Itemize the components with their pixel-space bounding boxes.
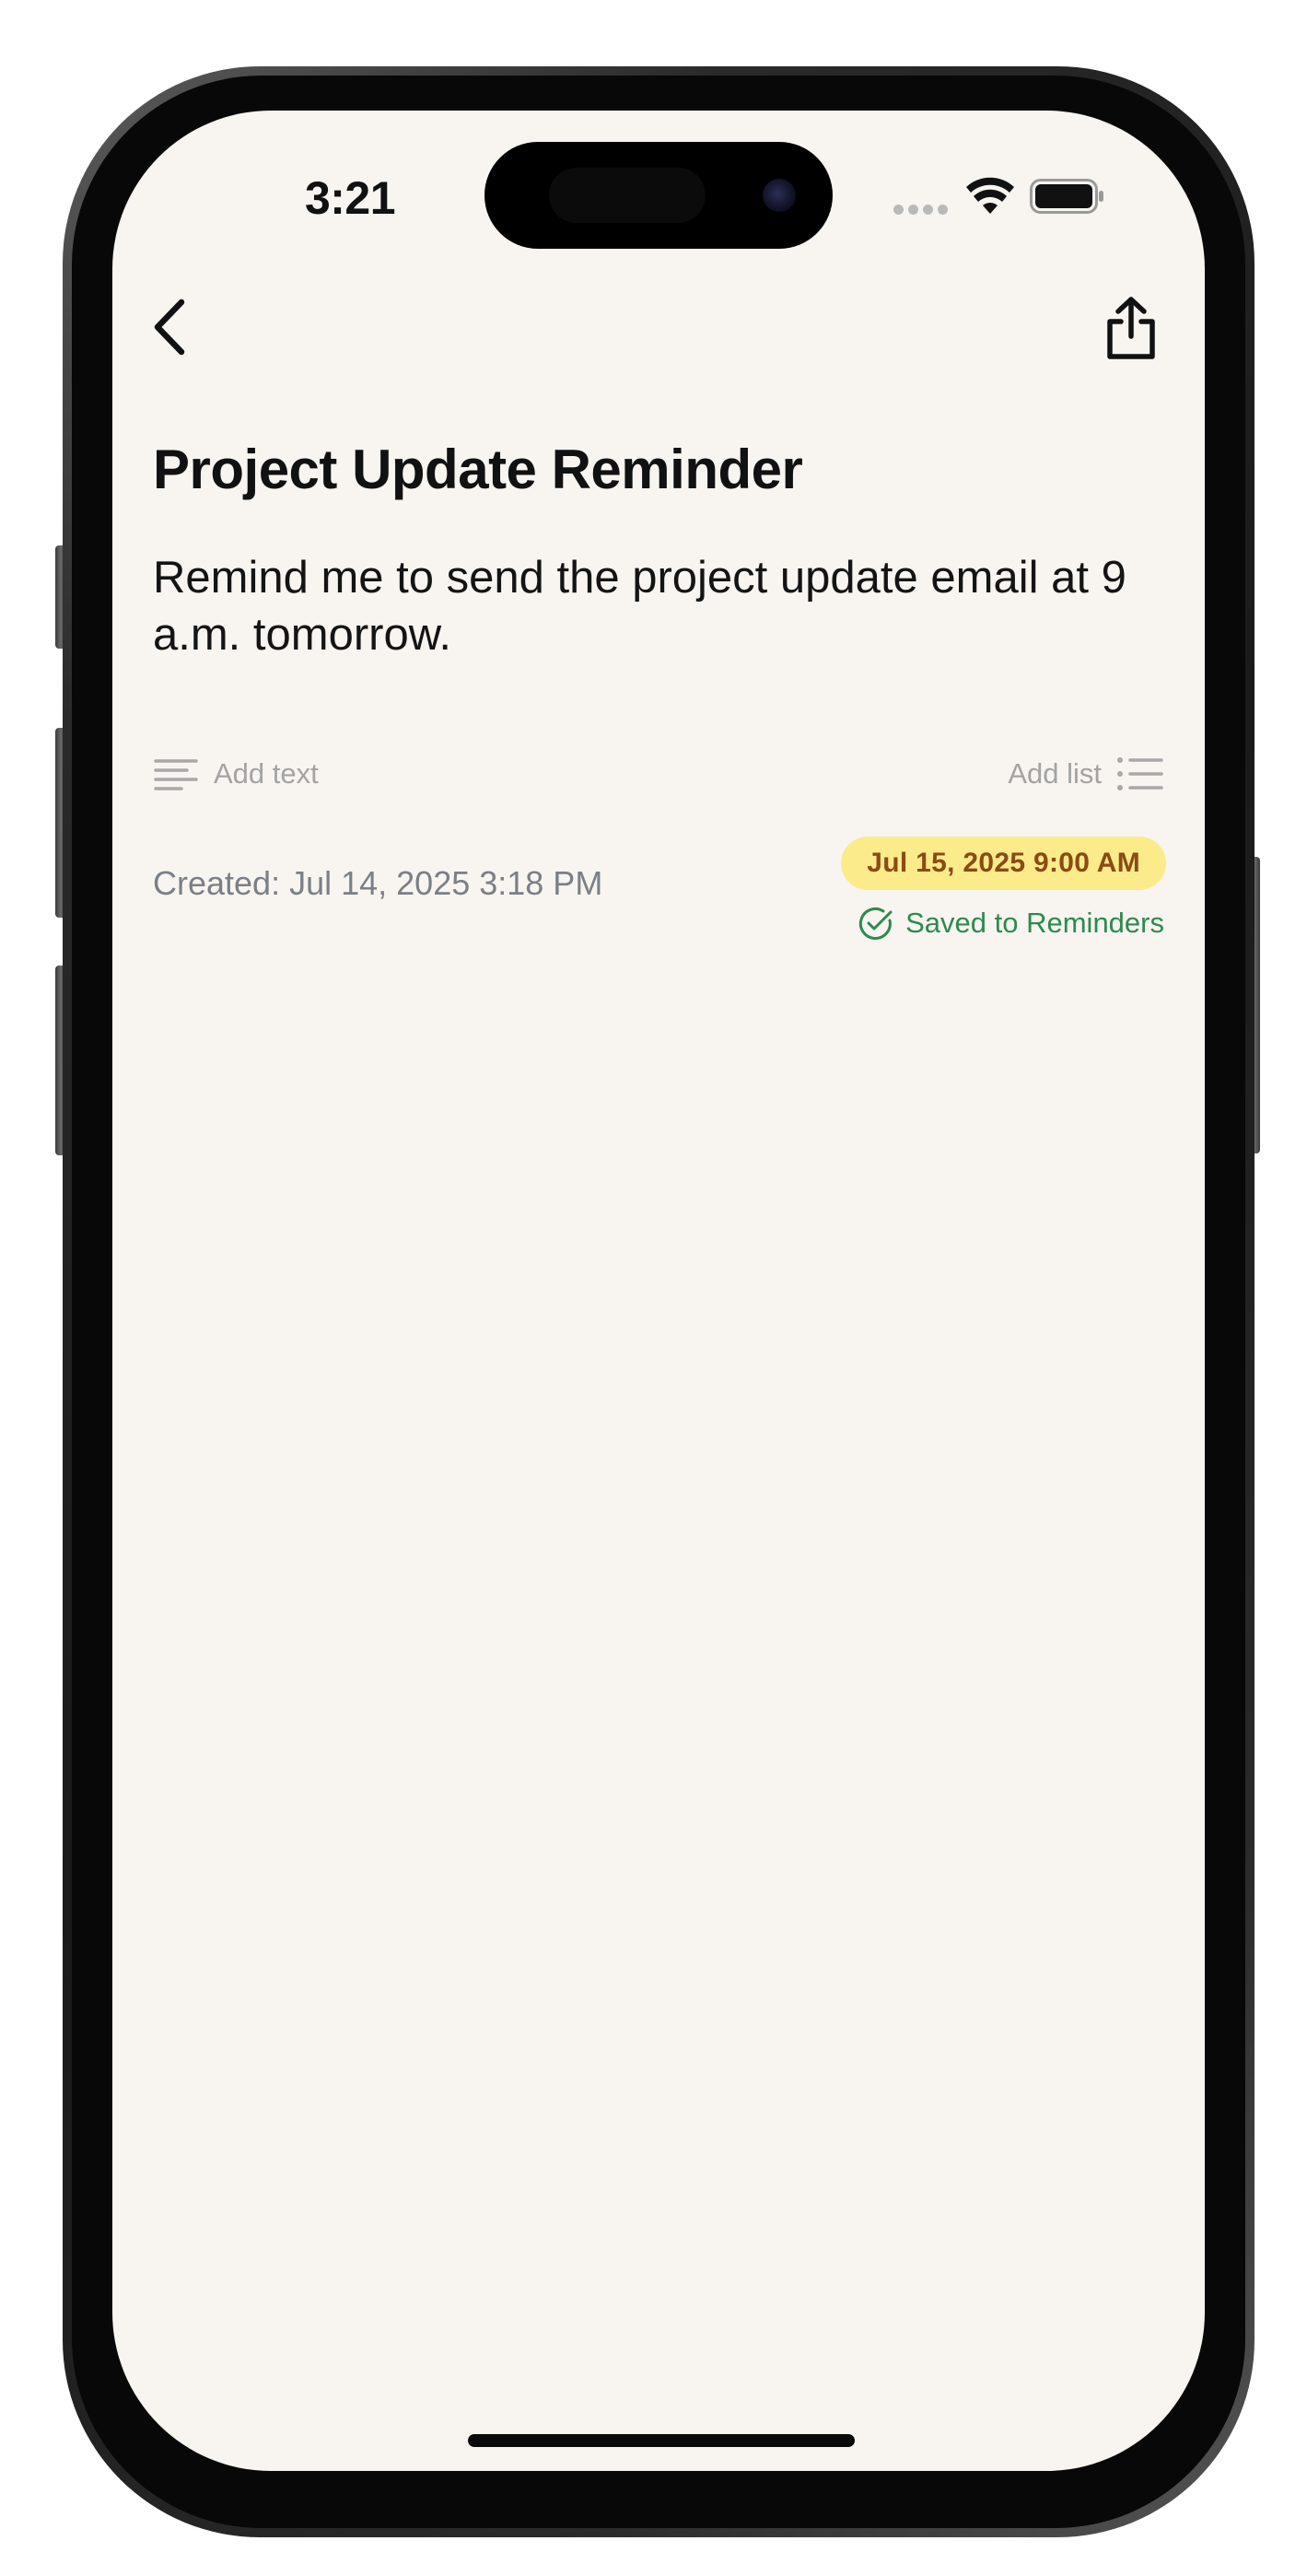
add-list-button[interactable]: Add list: [1008, 746, 1164, 802]
bulleted-list-icon: [1117, 757, 1163, 790]
saved-status: Saved to Reminders: [858, 903, 1164, 943]
back-button[interactable]: [133, 286, 206, 369]
saved-status-label: Saved to Reminders: [905, 907, 1164, 939]
status-time: 3:21: [304, 172, 396, 224]
dynamic-island: [484, 142, 833, 249]
checkmark-circle-icon: [859, 907, 893, 940]
share-button[interactable]: [1091, 284, 1172, 372]
front-camera: [763, 179, 796, 212]
add-text-label: Add text: [214, 757, 319, 790]
note-body[interactable]: Remind me to send the project update ema…: [153, 549, 1166, 663]
add-text-button[interactable]: Add text: [153, 746, 319, 802]
wifi-icon: [966, 177, 1014, 214]
text-lines-icon: [154, 759, 198, 790]
due-date-badge[interactable]: Jul 15, 2025 9:00 AM: [841, 837, 1166, 890]
home-indicator[interactable]: [468, 2434, 855, 2447]
add-list-label: Add list: [1008, 757, 1102, 790]
device-canvas: 3:21 Project Update Reminder Remind me t…: [0, 0, 1307, 2576]
cellular-signal-icon: [893, 203, 949, 216]
note-title[interactable]: Project Update Reminder: [153, 437, 1166, 503]
due-date-label: Jul 15, 2025 9:00 AM: [867, 848, 1140, 878]
chevron-left-icon: [154, 299, 185, 356]
app-screen: 3:21 Project Update Reminder Remind me t…: [112, 111, 1205, 2471]
battery-icon: [1030, 179, 1103, 214]
face-id-sensor: [549, 168, 706, 223]
share-icon: [1107, 297, 1155, 359]
created-timestamp: Created: Jul 14, 2025 3:18 PM: [153, 864, 603, 902]
